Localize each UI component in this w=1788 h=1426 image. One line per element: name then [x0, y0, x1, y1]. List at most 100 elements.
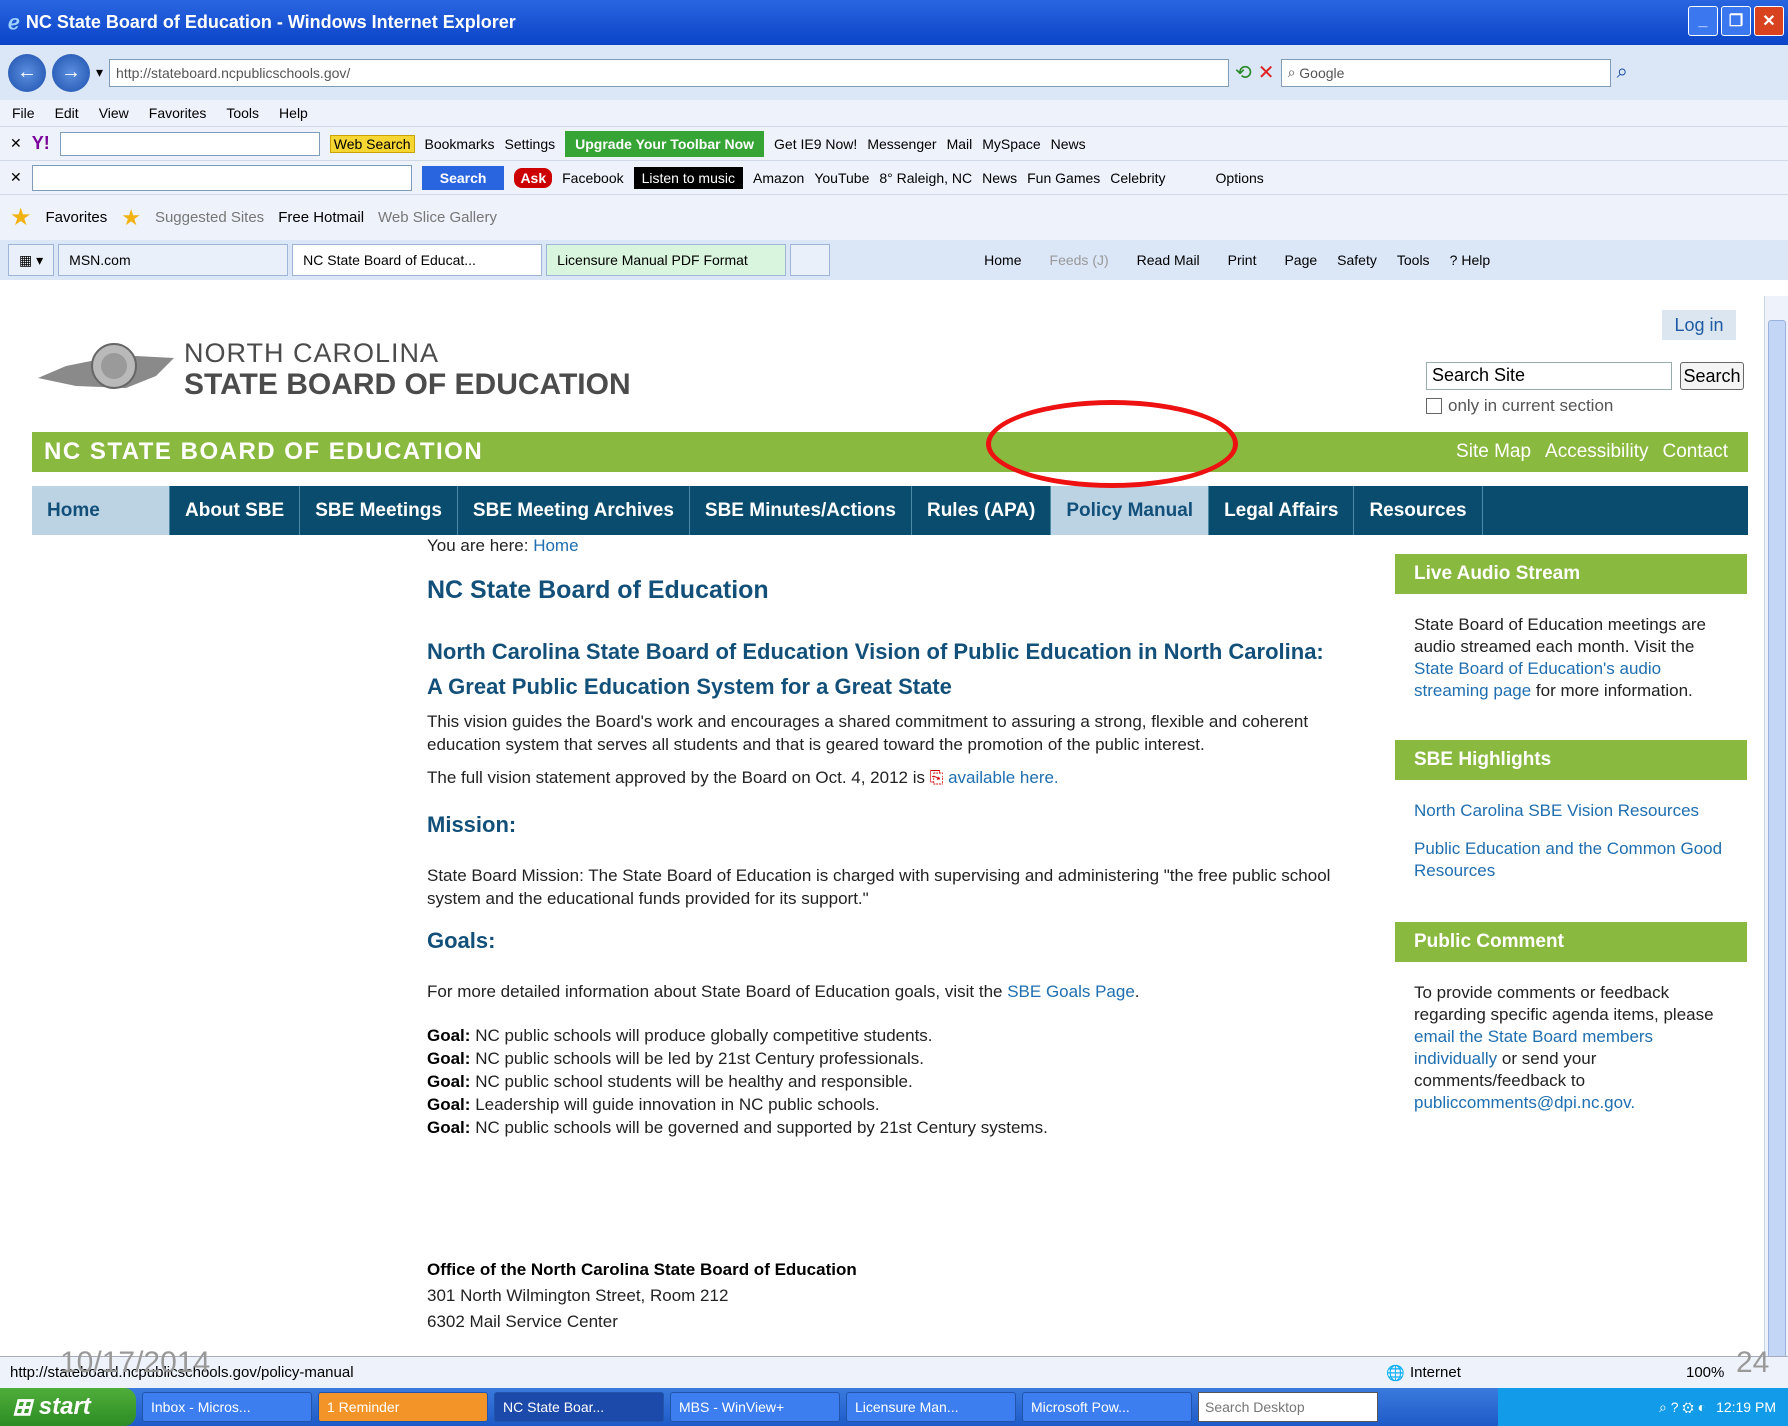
nav-about-sbe[interactable]: About SBE: [170, 486, 301, 535]
start-button[interactable]: ⊞ start: [0, 1388, 136, 1426]
sitemap-link[interactable]: Site Map: [1456, 441, 1531, 463]
nav-sbe-meetings[interactable]: SBE Meetings: [300, 486, 458, 535]
cmd-safety-button[interactable]: Safety: [1337, 252, 1377, 268]
nav-rules-apa[interactable]: Rules (APA): [912, 486, 1052, 535]
youtube-button[interactable]: YouTube: [814, 170, 869, 186]
highlights-heading: SBE Highlights: [1395, 740, 1747, 780]
news-button-2[interactable]: News: [982, 170, 1017, 186]
menu-help[interactable]: Help: [279, 105, 308, 121]
public-comments-email-link[interactable]: publiccomments@dpi.nc.gov.: [1414, 1093, 1635, 1112]
close-toolbar-icon[interactable]: ✕: [10, 135, 22, 152]
task-licensure-manual[interactable]: Licensure Man...: [846, 1392, 1016, 1422]
tab-nc-state-board[interactable]: NC State Board of Educat...: [292, 244, 543, 276]
nav-legal-affairs[interactable]: Legal Affairs: [1209, 486, 1355, 535]
menu-view[interactable]: View: [99, 105, 129, 121]
fun-games-button[interactable]: Fun Games: [1027, 170, 1100, 186]
cmd-tools-button[interactable]: Tools: [1397, 252, 1430, 268]
get-ie9-link[interactable]: Get IE9 Now!: [774, 136, 857, 152]
web-search-button[interactable]: Web Search: [329, 134, 415, 153]
highlight-link-common-good[interactable]: Public Education and the Common Good Res…: [1414, 838, 1728, 882]
contact-link[interactable]: Contact: [1663, 441, 1728, 463]
ask-search-button[interactable]: Search: [421, 165, 505, 190]
yahoo-search-input[interactable]: [59, 131, 320, 156]
free-hotmail-link[interactable]: Free Hotmail: [278, 209, 364, 226]
zoom-level[interactable]: 100%: [1686, 1364, 1724, 1381]
new-tab-button[interactable]: [790, 244, 831, 276]
login-link[interactable]: Log in: [1662, 310, 1736, 340]
facebook-button[interactable]: Facebook: [562, 170, 623, 186]
forward-button[interactable]: →: [52, 53, 90, 92]
stop-icon[interactable]: ✕: [1258, 60, 1275, 85]
close-button[interactable]: ✕: [1754, 6, 1784, 36]
only-current-section-checkbox[interactable]: only in current section: [1426, 396, 1613, 416]
tray-icons[interactable]: ⌕ ? ⚙ ◐: [1659, 1399, 1706, 1416]
task-powerpoint[interactable]: Microsoft Pow...: [1022, 1392, 1192, 1422]
goal-item: Goal: NC public schools will be governed…: [427, 1116, 1347, 1139]
clock[interactable]: 12:19 PM: [1716, 1399, 1776, 1415]
task-reminder[interactable]: 1 Reminder: [318, 1392, 488, 1422]
maximize-button[interactable]: ❐: [1721, 6, 1751, 36]
nav-policy-manual[interactable]: Policy Manual: [1051, 486, 1210, 535]
tab-licensure-manual[interactable]: Licensure Manual PDF Format: [546, 244, 787, 276]
cmd-readmail-button[interactable]: Read Mail: [1137, 252, 1200, 268]
amazon-button[interactable]: Amazon: [753, 170, 804, 186]
cmd-home-button[interactable]: Home: [984, 252, 1021, 268]
news-button[interactable]: News: [1051, 136, 1086, 152]
listen-music-button[interactable]: Listen to music: [633, 166, 743, 189]
task-nc-state-board[interactable]: NC State Boar...: [494, 1392, 664, 1422]
address-input[interactable]: http://stateboard.ncpublicschools.gov/: [109, 58, 1230, 87]
celebrity-button[interactable]: Celebrity: [1110, 170, 1165, 186]
minimize-button[interactable]: _: [1688, 6, 1718, 36]
cmd-help-button[interactable]: Help: [1461, 252, 1490, 268]
highlight-link-vision[interactable]: North Carolina SBE Vision Resources: [1414, 800, 1728, 822]
myspace-button[interactable]: MySpace: [982, 136, 1040, 152]
breadcrumb-home-link[interactable]: Home: [533, 536, 578, 555]
settings-button[interactable]: Settings: [505, 136, 556, 152]
search-input[interactable]: ⌕ Google: [1280, 58, 1611, 87]
cmd-print-button[interactable]: Print: [1228, 252, 1257, 268]
cmd-feeds-button[interactable]: Feeds (J): [1050, 252, 1109, 268]
menu-favorites[interactable]: Favorites: [149, 105, 207, 121]
nav-home[interactable]: Home: [32, 486, 170, 535]
accessibility-link[interactable]: Accessibility: [1545, 441, 1648, 463]
nav-meeting-archives[interactable]: SBE Meeting Archives: [458, 486, 690, 535]
help-icon[interactable]: ?: [1450, 252, 1458, 268]
breadcrumb-prefix: You are here:: [427, 536, 534, 555]
back-button[interactable]: ←: [8, 53, 46, 92]
quick-tabs-button[interactable]: ▦ ▾: [8, 244, 55, 276]
upgrade-toolbar-button[interactable]: Upgrade Your Toolbar Now: [565, 130, 765, 157]
sbe-goals-link[interactable]: SBE Goals Page: [1007, 982, 1135, 1001]
weather-button[interactable]: 8° Raleigh, NC: [879, 170, 972, 186]
search-go-icon[interactable]: ⌕: [1617, 61, 1628, 84]
audio-text-b: for more information.: [1531, 681, 1693, 700]
tab-msn[interactable]: MSN.com: [58, 244, 289, 276]
suggested-sites-link[interactable]: Suggested Sites: [155, 209, 264, 226]
yahoo-logo-icon[interactable]: Y!: [32, 133, 50, 154]
mail-button[interactable]: Mail: [947, 136, 973, 152]
scrollbar-thumb[interactable]: [1768, 320, 1786, 1380]
favorites-button[interactable]: Favorites: [46, 209, 108, 226]
site-search-input[interactable]: Search Site: [1426, 362, 1672, 390]
site-search-button[interactable]: Search: [1680, 362, 1744, 390]
task-inbox[interactable]: Inbox - Micros...: [142, 1392, 312, 1422]
desktop-search-input[interactable]: Search Desktop: [1198, 1392, 1378, 1422]
vision-pdf-link[interactable]: available here.: [948, 768, 1059, 787]
checkbox-box[interactable]: [1426, 398, 1442, 414]
ask-search-input[interactable]: [31, 164, 412, 191]
add-favorite-icon[interactable]: ★: [121, 205, 141, 231]
bookmarks-button[interactable]: Bookmarks: [425, 136, 495, 152]
history-dropdown-icon[interactable]: ▾: [96, 64, 103, 81]
page-scrollbar[interactable]: [1764, 296, 1788, 1380]
cmd-page-button[interactable]: Page: [1284, 252, 1317, 268]
menu-edit[interactable]: Edit: [55, 105, 79, 121]
refresh-icon[interactable]: ⟲: [1235, 60, 1252, 85]
nav-minutes-actions[interactable]: SBE Minutes/Actions: [690, 486, 912, 535]
task-mbs-winview[interactable]: MBS - WinView+: [670, 1392, 840, 1422]
options-button[interactable]: Options: [1216, 170, 1264, 186]
menu-tools[interactable]: Tools: [226, 105, 259, 121]
web-slice-link[interactable]: Web Slice Gallery: [378, 209, 497, 226]
close-toolbar-icon[interactable]: ✕: [10, 169, 22, 186]
nav-resources[interactable]: Resources: [1354, 486, 1483, 535]
messenger-button[interactable]: Messenger: [867, 136, 936, 152]
menu-file[interactable]: File: [12, 105, 35, 121]
